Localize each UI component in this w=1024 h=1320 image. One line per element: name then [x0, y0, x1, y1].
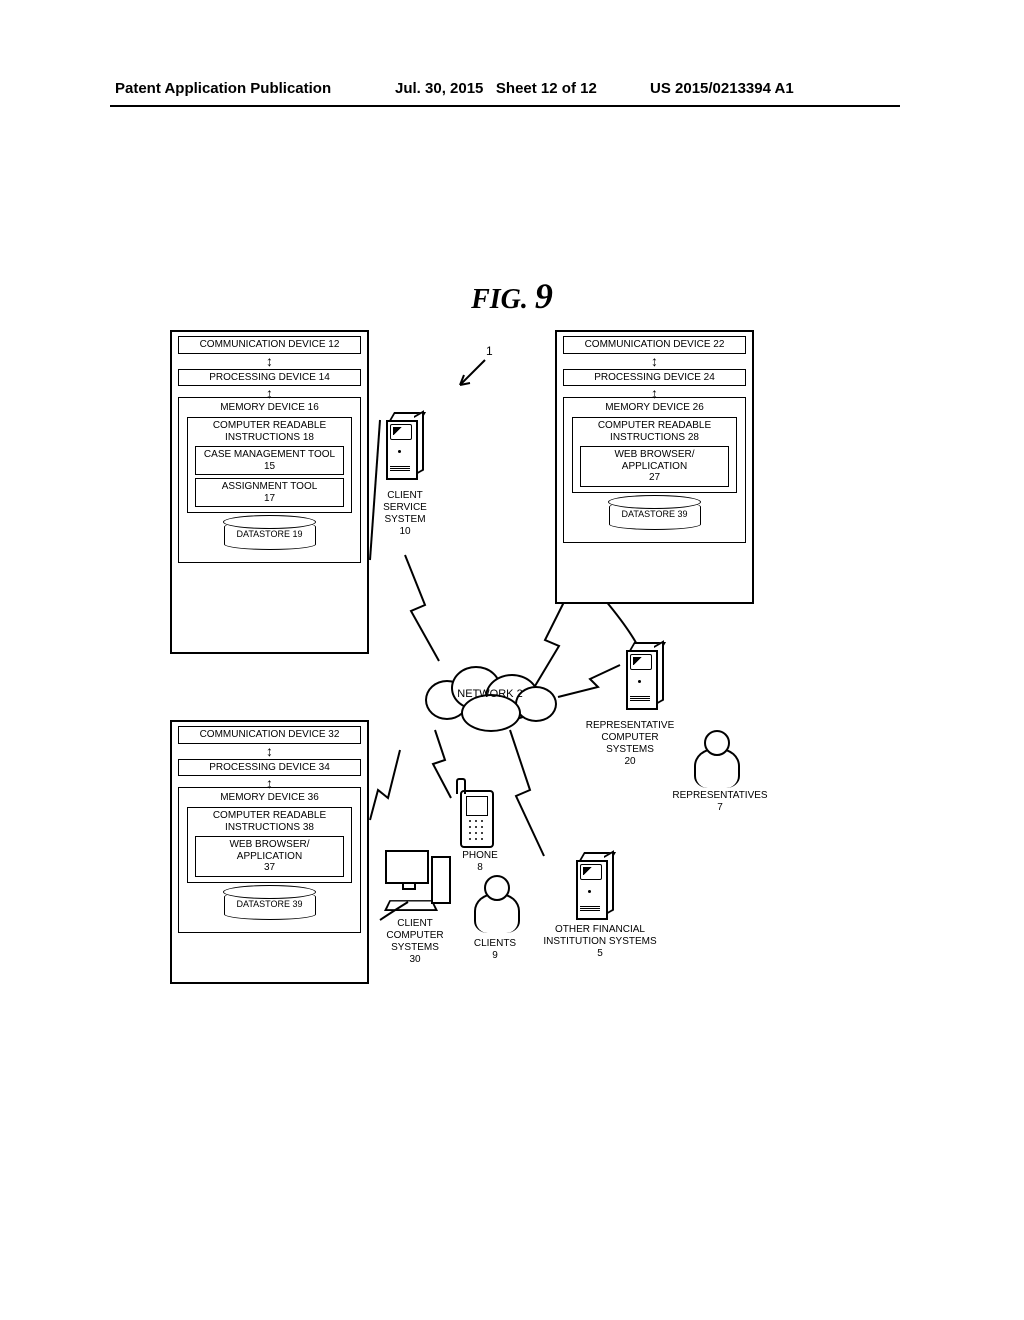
ref-number-1: 1: [486, 344, 493, 358]
connector-icon: ↕: [172, 780, 367, 787]
instructions-38: COMPUTER READABLE INSTRUCTIONS 38: [192, 810, 347, 833]
connector-icon: ↕: [557, 390, 752, 397]
processing-device-14: PROCESSING DEVICE 14: [178, 369, 361, 387]
header-mid: Jul. 30, 2015 Sheet 12 of 12: [395, 80, 597, 97]
representative-person-icon: [690, 730, 740, 790]
figure-number: 9: [535, 276, 553, 316]
instructions-18: COMPUTER READABLE INSTRUCTIONS 18: [192, 420, 347, 443]
memory-device-16-wrap: MEMORY DEVICE 16 COMPUTER READABLE INSTR…: [178, 397, 361, 563]
web-browser-app-27: WEB BROWSER/ APPLICATION 27: [580, 446, 729, 487]
datastore-39b-icon: DATASTORE 39: [224, 891, 316, 920]
connector-icon: ↕: [172, 358, 367, 365]
other-fin-tower-icon: [570, 850, 612, 920]
client-service-tower-icon: [380, 410, 422, 480]
datastore-19-icon: DATASTORE 19: [224, 521, 316, 550]
diagram-stage: 1 COMMUNICATION DEVICE 12 ↕ PROCESSING D…: [170, 330, 790, 1000]
network-label: NETWORK 2: [415, 688, 565, 700]
header-date: Jul. 30, 2015: [395, 80, 483, 97]
phone-label: PHONE 8: [455, 850, 505, 874]
figure-title: FIG. 9: [0, 275, 1024, 317]
network-cloud-icon: NETWORK 2: [415, 660, 565, 730]
memory-device-26-wrap: MEMORY DEVICE 26 COMPUTER READABLE INSTR…: [563, 397, 746, 543]
phone-icon: [460, 790, 494, 848]
header-sheet: Sheet 12 of 12: [496, 80, 597, 97]
header-right: US 2015/0213394 A1: [650, 80, 794, 97]
header-rule: [110, 105, 900, 107]
comm-device-32: COMMUNICATION DEVICE 32: [178, 726, 361, 744]
header-left: Patent Application Publication: [115, 80, 331, 97]
rep-tower-icon: [620, 640, 662, 710]
client-desktop-icon: [385, 850, 455, 910]
memory-device-16: MEMORY DEVICE 16: [179, 400, 360, 415]
instructions-38-wrap: COMPUTER READABLE INSTRUCTIONS 38 WEB BR…: [187, 807, 352, 883]
representatives-label: REPRESENTATIVES 7: [670, 790, 770, 814]
other-fin-label: OTHER FINANCIAL INSTITUTION SYSTEMS 5: [540, 924, 660, 960]
processing-device-24: PROCESSING DEVICE 24: [563, 369, 746, 387]
clients-label: CLIENTS 9: [470, 938, 520, 962]
rep-computer-systems-label: REPRESENTATIVE COMPUTER SYSTEMS 20: [580, 720, 680, 768]
connector-icon: ↕: [172, 390, 367, 397]
instructions-28: COMPUTER READABLE INSTRUCTIONS 28: [577, 420, 732, 443]
datastore-39a: DATASTORE 39: [610, 509, 700, 519]
comm-device-12: COMMUNICATION DEVICE 12: [178, 336, 361, 354]
figure-label: FIG.: [471, 284, 528, 315]
client-computer-systems-label: CLIENT COMPUTER SYSTEMS 30: [380, 918, 450, 966]
rep-computer-system-box: COMMUNICATION DEVICE 22 ↕ PROCESSING DEV…: [555, 330, 754, 604]
instructions-28-wrap: COMPUTER READABLE INSTRUCTIONS 28 WEB BR…: [572, 417, 737, 493]
datastore-39a-icon: DATASTORE 39: [609, 501, 701, 530]
comm-device-22: COMMUNICATION DEVICE 22: [563, 336, 746, 354]
assignment-tool-17: ASSIGNMENT TOOL 17: [195, 478, 344, 507]
client-computer-system-box: COMMUNICATION DEVICE 32 ↕ PROCESSING DEV…: [170, 720, 369, 984]
datastore-39b: DATASTORE 39: [225, 899, 315, 909]
instructions-18-wrap: COMPUTER READABLE INSTRUCTIONS 18 CASE M…: [187, 417, 352, 513]
memory-device-36: MEMORY DEVICE 36: [179, 790, 360, 805]
client-service-system-label: CLIENT SERVICE SYSTEM 10: [375, 490, 435, 538]
client-person-icon: [470, 875, 520, 935]
memory-device-26: MEMORY DEVICE 26: [564, 400, 745, 415]
processing-device-34: PROCESSING DEVICE 34: [178, 759, 361, 777]
connector-icon: ↕: [172, 748, 367, 755]
case-mgmt-tool-15: CASE MANAGEMENT TOOL 15: [195, 446, 344, 475]
connector-icon: ↕: [557, 358, 752, 365]
memory-device-36-wrap: MEMORY DEVICE 36 COMPUTER READABLE INSTR…: [178, 787, 361, 933]
client-service-system-box: COMMUNICATION DEVICE 12 ↕ PROCESSING DEV…: [170, 330, 369, 654]
datastore-19: DATASTORE 19: [225, 529, 315, 539]
web-browser-app-37: WEB BROWSER/ APPLICATION 37: [195, 836, 344, 877]
